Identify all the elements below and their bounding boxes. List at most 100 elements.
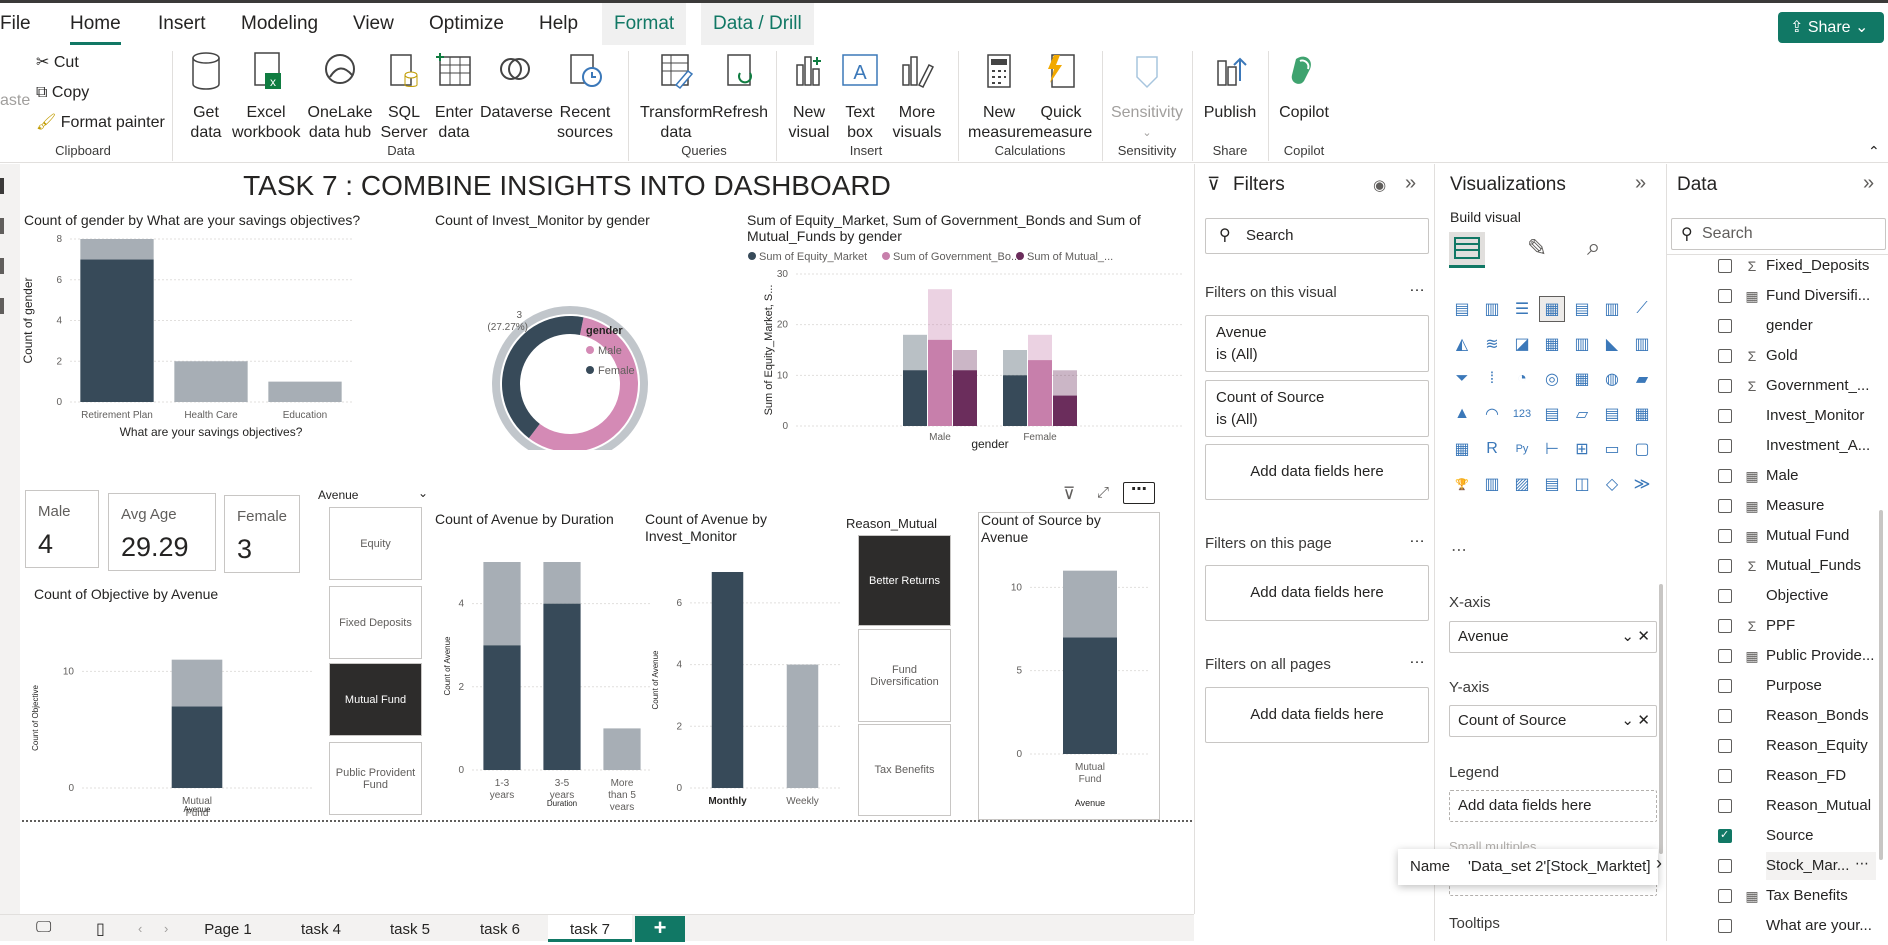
visual-type-icon[interactable]: ◇: [1599, 471, 1625, 497]
page-tab-task-5[interactable]: task 5: [370, 915, 450, 942]
field-item[interactable]: Tax Benefits: [1766, 882, 1876, 910]
filters-search-input[interactable]: Search: [1205, 218, 1429, 254]
field-item[interactable]: Fund Diversifi...: [1766, 282, 1876, 310]
field-checkbox[interactable]: [1718, 709, 1732, 723]
format-painter-button[interactable]: 🖌 Format painter: [36, 113, 165, 133]
slicer-item-tax-benefits[interactable]: Tax Benefits: [858, 724, 951, 816]
copilot-button[interactable]: Copilot: [1274, 51, 1334, 123]
filter-add-page-well[interactable]: Add data fields here: [1205, 565, 1429, 621]
field-checkbox[interactable]: [1718, 289, 1732, 303]
slicer-item-fixed-deposits[interactable]: Fixed Deposits: [329, 586, 422, 659]
more-visuals-button[interactable]: More visuals: [888, 51, 946, 143]
refresh-button[interactable]: Refresh: [712, 51, 768, 123]
xaxis-field-well[interactable]: Avenue ⌄ ✕: [1449, 621, 1657, 653]
enter-data-button[interactable]: Enter data: [432, 51, 476, 143]
field-item[interactable]: Reason_FD: [1766, 762, 1876, 790]
visual-type-icon[interactable]: ◠: [1479, 401, 1505, 427]
visual-type-icon[interactable]: ▦: [1539, 296, 1565, 322]
desktop-layout-icon[interactable]: 🖵: [36, 919, 51, 937]
publish-button[interactable]: Publish: [1200, 51, 1260, 123]
table-view-icon[interactable]: [0, 218, 4, 234]
visual-type-icon[interactable]: ▢: [1629, 436, 1655, 462]
field-item[interactable]: Public Provide...: [1766, 642, 1876, 670]
field-item[interactable]: What are your...: [1766, 912, 1876, 940]
field-checkbox[interactable]: [1718, 859, 1732, 873]
visual-type-icon[interactable]: 123: [1509, 401, 1535, 427]
sensitivity-button[interactable]: Sensitivity ⌄: [1108, 51, 1186, 143]
page-tab-task-6[interactable]: task 6: [460, 915, 540, 942]
visual-type-icon[interactable]: Py: [1509, 436, 1535, 462]
visual-type-icon[interactable]: ⟋: [1629, 296, 1655, 322]
more-options-icon[interactable]: ⋯: [1123, 482, 1155, 504]
chart4-objective-by-avenue[interactable]: 010MutualFundAvenueCount of Objective: [22, 606, 322, 816]
visual-type-icon[interactable]: ◫: [1569, 471, 1595, 497]
text-box-button[interactable]: A Text box: [836, 51, 884, 143]
chart3-sum-by-gender[interactable]: Sum of Equity_Market Sum of Government_Bo…: [744, 252, 1192, 452]
more-visual-types-icon[interactable]: ⋯: [1451, 540, 1467, 560]
sql-server-button[interactable]: SQL Server: [380, 51, 428, 143]
slicer-item-fund-diversification[interactable]: Fund Diversification: [858, 629, 951, 722]
excel-workbook-button[interactable]: x Excel workbook: [232, 51, 300, 143]
field-item[interactable]: Reason_Equity: [1766, 732, 1876, 760]
field-item[interactable]: Reason_Bonds: [1766, 702, 1876, 730]
more-options-icon[interactable]: …: [1409, 650, 1425, 668]
field-checkbox[interactable]: [1718, 649, 1732, 663]
slicer-item-better-returns[interactable]: Better Returns: [858, 535, 951, 626]
visual-type-icon[interactable]: 🏆: [1449, 471, 1475, 497]
visual-type-icon[interactable]: ▰: [1629, 366, 1655, 392]
field-item[interactable]: Purpose: [1766, 672, 1876, 700]
chart6-avenue-by-invest-monitor[interactable]: 0246MonthlyWeeklyInvest_MonitorCount of …: [640, 546, 840, 810]
collapse-viz-icon[interactable]: »: [1635, 172, 1646, 195]
data-search-input[interactable]: Search: [1671, 218, 1886, 250]
field-item[interactable]: Objective: [1766, 582, 1876, 610]
field-checkbox[interactable]: [1718, 769, 1732, 783]
close-icon[interactable]: ✕: [1637, 622, 1650, 652]
model-view-icon[interactable]: [0, 258, 4, 274]
more-options-icon[interactable]: ⋯: [1855, 855, 1869, 872]
eye-icon[interactable]: ◉: [1373, 176, 1386, 194]
dataverse-button[interactable]: Dataverse: [480, 51, 553, 123]
page-tab-page-1[interactable]: Page 1: [190, 915, 266, 942]
field-checkbox[interactable]: [1718, 409, 1732, 423]
field-checkbox[interactable]: [1718, 889, 1732, 903]
cut-button[interactable]: ✂ Cut: [36, 53, 79, 73]
field-checkbox[interactable]: [1718, 559, 1732, 573]
tab-home[interactable]: Home: [70, 3, 121, 45]
field-item[interactable]: Invest_Monitor: [1766, 402, 1876, 430]
visual-type-icon[interactable]: ≫: [1629, 471, 1655, 497]
more-options-icon[interactable]: …: [1409, 278, 1425, 296]
chevron-down-icon[interactable]: ⌄: [1621, 706, 1634, 736]
filter-add-all-pages-well[interactable]: Add data fields here: [1205, 687, 1429, 743]
field-checkbox[interactable]: ✓: [1718, 829, 1732, 843]
visual-type-icon[interactable]: ▤: [1599, 401, 1625, 427]
field-checkbox[interactable]: [1718, 799, 1732, 813]
new-measure-button[interactable]: New measure: [968, 51, 1030, 143]
tab-file[interactable]: File: [0, 3, 31, 45]
visual-type-icon[interactable]: ▤: [1569, 296, 1595, 322]
visual-type-icon[interactable]: ⊞: [1569, 436, 1595, 462]
field-checkbox[interactable]: [1718, 589, 1732, 603]
visual-type-icon[interactable]: ▥: [1569, 331, 1595, 357]
field-checkbox[interactable]: [1718, 259, 1732, 273]
visual-type-icon[interactable]: ▥: [1629, 331, 1655, 357]
chart1-savings-objectives[interactable]: 0 2 4 6 8 Retirement Plan Health Care Education…: [22, 232, 422, 450]
data-scrollbar[interactable]: [1879, 510, 1883, 860]
yaxis-field-well[interactable]: Count of Source ⌄ ✕: [1449, 705, 1657, 737]
filter-add-visual-well[interactable]: Add data fields here: [1205, 444, 1429, 500]
field-checkbox[interactable]: [1718, 739, 1732, 753]
tab-format[interactable]: Format: [602, 3, 687, 45]
report-view-icon[interactable]: [0, 178, 4, 194]
page-tab-task-7[interactable]: task 7: [548, 915, 632, 942]
tab-view[interactable]: View: [353, 3, 394, 45]
filter-card-avenue[interactable]: Avenue is (All): [1205, 315, 1429, 372]
visual-type-icon[interactable]: ◔: [1509, 366, 1535, 392]
chevron-down-icon[interactable]: ⌄: [418, 486, 428, 500]
mobile-layout-icon[interactable]: ▯: [96, 919, 105, 939]
visual-type-icon[interactable]: ◣: [1599, 331, 1625, 357]
visual-type-icon[interactable]: ⏷: [1449, 366, 1475, 392]
visual-type-icon[interactable]: ▥: [1479, 296, 1505, 322]
field-item[interactable]: Male: [1766, 462, 1876, 490]
field-item[interactable]: Investment_A...: [1766, 432, 1876, 460]
visual-type-icon[interactable]: ▭: [1599, 436, 1625, 462]
slicer-item-mutual-fund[interactable]: Mutual Fund: [329, 663, 422, 736]
